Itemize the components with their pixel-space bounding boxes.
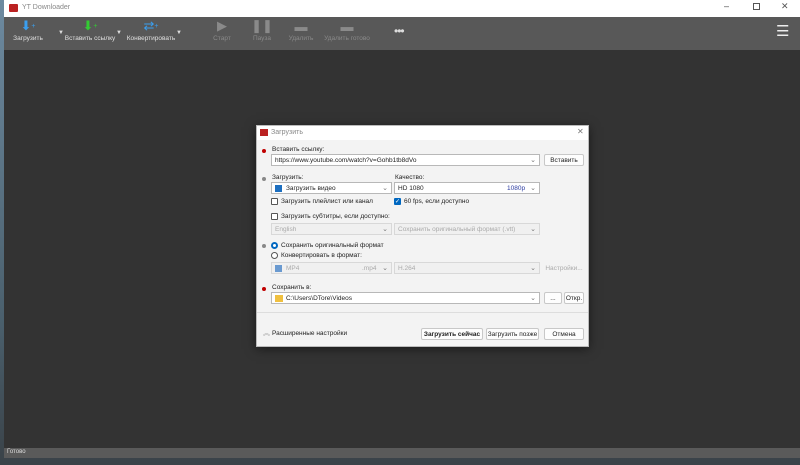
chevron-down-icon: ⌄ xyxy=(382,226,388,233)
paste-link-label: Вставить ссылку: xyxy=(272,146,325,153)
url-value: https://www.youtube.com/watch?v=Gohb1tb8… xyxy=(275,157,417,164)
format-ext: .mp4 xyxy=(362,265,377,272)
download-button[interactable]: ⬇ + Загрузить xyxy=(8,17,48,50)
folder-icon xyxy=(275,295,283,302)
save-path-select[interactable]: C:\Users\DTore\Videos ⌄ xyxy=(271,292,540,304)
subtitles-format-value: Сохранить оригинальный формат (.vtt) xyxy=(398,226,516,233)
pause-button[interactable]: ❚❚ Пауза xyxy=(248,17,276,50)
minimize-button[interactable]: – xyxy=(724,1,729,11)
video-icon xyxy=(275,265,282,272)
required-dot xyxy=(262,287,266,291)
subtitles-language-value: English xyxy=(275,226,297,233)
open-folder-button[interactable]: Откр. xyxy=(564,292,584,304)
status-bar: Готово xyxy=(4,448,800,458)
dialog-title: Загрузить xyxy=(271,129,303,136)
download-type-value: Загрузить видео xyxy=(286,185,336,192)
minus-icon: ▬ xyxy=(340,18,354,34)
window-title: YT Downloader xyxy=(22,4,71,11)
delete-button[interactable]: ▬ Удалить xyxy=(286,17,316,50)
chevron-down-icon: ⌄ xyxy=(530,265,536,272)
fps-checkbox[interactable]: ✓ xyxy=(394,198,401,205)
paste-button[interactable]: Вставить xyxy=(544,154,584,166)
delete-label: Удалить xyxy=(288,35,314,42)
browse-button[interactable]: ... xyxy=(544,292,562,304)
chevron-down-icon: ⌄ xyxy=(530,295,536,302)
optional-dot xyxy=(262,177,266,181)
subtitles-label: Загрузить субтитры, если доступно: xyxy=(281,213,390,220)
advanced-settings-link[interactable]: Расширенные настройки xyxy=(272,330,347,337)
quality-label: Качество: xyxy=(395,174,425,181)
chevron-up-icon[interactable]: ︽ xyxy=(263,328,270,338)
url-input[interactable]: https://www.youtube.com/watch?v=Gohb1tb8… xyxy=(271,154,540,166)
minus-icon: ▬ xyxy=(294,18,308,34)
download-type-select[interactable]: Загрузить видео ⌄ xyxy=(271,182,392,194)
codec-value: H.264 xyxy=(398,265,416,272)
keep-format-label: Сохранить оригинальный формат xyxy=(281,242,384,249)
settings-button[interactable]: Настройки... xyxy=(544,262,584,274)
chevron-down-icon[interactable]: ⌄ xyxy=(530,156,536,164)
save-to-label: Сохранить в: xyxy=(272,284,312,291)
subtitles-checkbox[interactable] xyxy=(271,213,278,220)
menu-icon[interactable]: ☰ xyxy=(776,22,789,40)
subtitles-language-select[interactable]: English ⌄ xyxy=(271,223,392,235)
chevron-down-icon: ⌄ xyxy=(382,185,388,192)
more-icon[interactable]: ••• xyxy=(394,24,405,38)
delete-done-label: Удалить готово xyxy=(324,35,370,42)
download-later-button[interactable]: Загрузить позже xyxy=(486,328,539,340)
required-dot xyxy=(262,149,266,153)
app-logo-icon xyxy=(9,4,18,12)
keep-format-radio[interactable] xyxy=(271,242,278,249)
optional-dot xyxy=(262,244,266,248)
close-button[interactable]: ✕ xyxy=(781,1,789,12)
convert-format-label: Конвертировать в формат: xyxy=(281,252,362,259)
download-type-label: Загрузить: xyxy=(272,174,304,181)
delete-done-button[interactable]: ▬ Удалить готово xyxy=(322,17,372,50)
convert-icon: ⇄ + xyxy=(143,18,159,33)
download-label: Загрузить xyxy=(13,35,43,42)
toolbar: ⬇ + Загрузить ▼ ⬇ + Вставить ссылку ▼ ⇄ + Конв… xyxy=(4,17,800,50)
chevron-down-icon: ⌄ xyxy=(530,185,536,192)
play-icon: ▶ xyxy=(217,18,227,33)
playlist-label: Загрузить плейлист или канал xyxy=(281,198,373,205)
convert-dropdown-icon[interactable]: ▼ xyxy=(176,30,182,36)
chevron-down-icon: ⌄ xyxy=(530,226,536,233)
dialog-title-bar: Загрузить ✕ xyxy=(257,126,588,140)
chevron-down-icon: ⌄ xyxy=(382,265,388,272)
format-value: MP4 xyxy=(286,265,300,272)
maximize-button[interactable] xyxy=(753,3,760,10)
divider xyxy=(257,312,588,313)
download-icon: ⬇ + xyxy=(20,18,36,33)
app-logo-icon xyxy=(260,129,268,136)
dialog-close-button[interactable]: ✕ xyxy=(577,127,584,136)
start-button[interactable]: ▶ Старт xyxy=(208,17,236,50)
title-bar: YT Downloader – ✕ xyxy=(4,0,800,17)
convert-label: Конвертировать xyxy=(126,35,176,42)
convert-format-radio[interactable] xyxy=(271,252,278,259)
start-label: Старт xyxy=(213,35,231,42)
paste-link-icon: ⬇ + xyxy=(82,18,98,33)
quality-badge: 1080p xyxy=(507,185,526,192)
cancel-button[interactable]: Отмена xyxy=(544,328,584,340)
quality-select[interactable]: HD 1080 1080p ⌄ xyxy=(394,182,540,194)
video-icon xyxy=(275,185,282,192)
paste-link-label: Вставить ссылку xyxy=(64,35,116,42)
paste-link-button[interactable]: ⬇ + Вставить ссылку xyxy=(62,17,118,50)
download-now-button[interactable]: Загрузить сейчас xyxy=(421,328,483,340)
convert-button[interactable]: ⇄ + Конвертировать xyxy=(122,17,180,50)
subtitles-format-select[interactable]: Сохранить оригинальный формат (.vtt) ⌄ xyxy=(394,223,540,235)
quality-value: HD 1080 xyxy=(398,185,424,192)
download-dialog: Загрузить ✕ Вставить ссылку: https://www… xyxy=(256,125,589,347)
pause-label: Пауза xyxy=(252,35,272,42)
fps-label: 60 fps, если доступно xyxy=(404,198,470,205)
format-select[interactable]: MP4 .mp4 ⌄ xyxy=(271,262,392,274)
playlist-checkbox[interactable] xyxy=(271,198,278,205)
save-path-value: C:\Users\DTore\Videos xyxy=(286,295,352,302)
codec-select[interactable]: H.264 ⌄ xyxy=(394,262,540,274)
pause-icon: ❚❚ xyxy=(251,18,273,33)
